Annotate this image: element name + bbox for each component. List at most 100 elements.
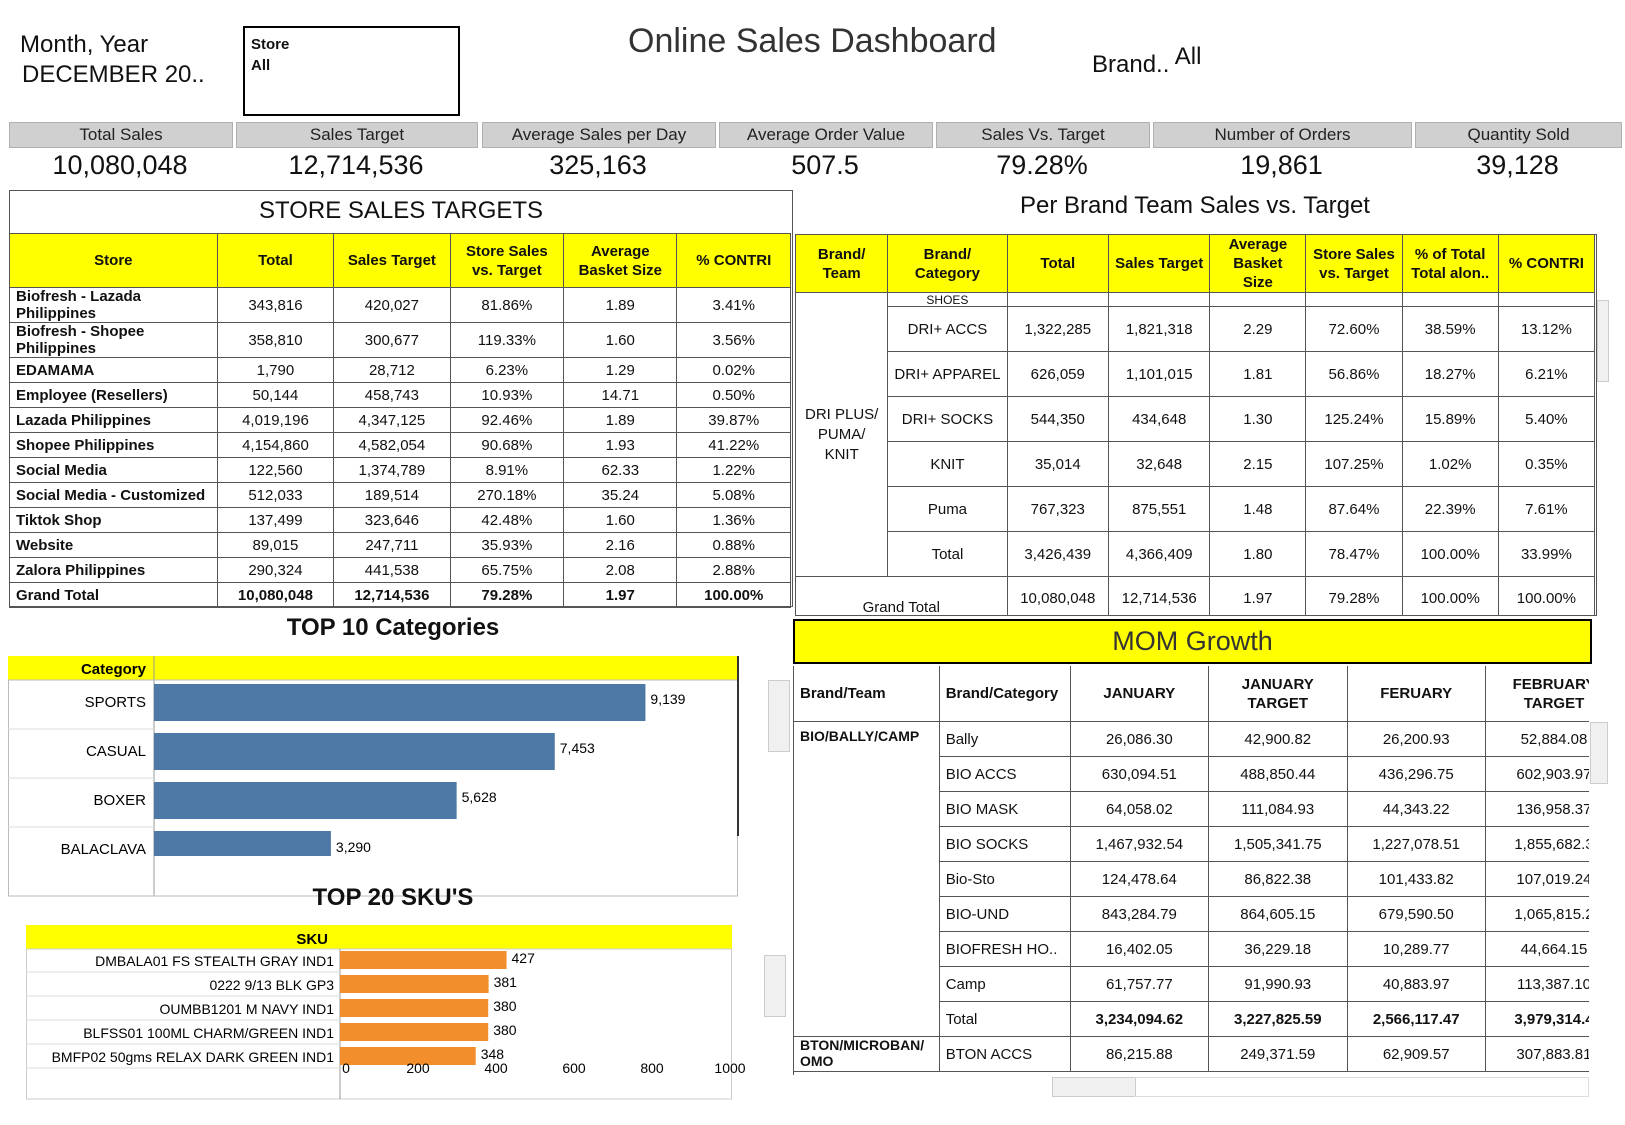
- category-bar[interactable]: [154, 831, 331, 856]
- table-cell: 81.86%: [449, 287, 565, 323]
- mom-table-header: FEBRUARY TARGET: [1484, 666, 1589, 722]
- table-row: EDAMAMA 1,790 28,712 6.23% 1.29 0.02%: [9, 357, 791, 383]
- kpi-label: Sales Vs. Target: [936, 122, 1150, 148]
- store-table-header: % CONTRI: [676, 233, 791, 288]
- table-cell: 1.93: [563, 432, 678, 458]
- table-cell: BIOFRESH HO..: [938, 931, 1071, 967]
- table-row: BIO/BALLY/CAMP Bally 26,086.30 42,900.82 26,…: [794, 721, 1589, 1037]
- table-cell: 12,714,536: [1107, 576, 1211, 615]
- table-cell: Biofresh - Shopee Philippines: [9, 322, 218, 358]
- table-row: Zalora Philippines 290,324 441,538 65.75% 2.…: [9, 557, 791, 583]
- table-cell: 2.15: [1209, 441, 1307, 487]
- table-cell: 1.97: [1209, 576, 1307, 615]
- table-cell: Biofresh - Lazada Philippines: [9, 287, 218, 323]
- table-cell: 137,499: [216, 507, 335, 533]
- month-year-filter[interactable]: Month, Year DECEMBER 20..: [20, 30, 205, 90]
- table-cell: 136,958.37: [1484, 791, 1589, 827]
- table-cell: Tiktok Shop: [9, 507, 218, 533]
- category-label: BALACLAVA: [61, 841, 146, 858]
- table-cell: BTON ACCS: [938, 1036, 1071, 1072]
- month-year-label: Month, Year: [20, 31, 149, 58]
- table-cell: Website: [9, 532, 218, 558]
- sku-bar[interactable]: [340, 951, 507, 969]
- table-cell: 3.56%: [676, 322, 791, 358]
- mom-scrollbar-vertical[interactable]: [1590, 722, 1608, 784]
- table-cell: 3,979,314.4: [1484, 1001, 1589, 1037]
- table-cell: Social Media - Customized: [9, 482, 218, 508]
- brand-table-scrollbar[interactable]: [1597, 300, 1609, 382]
- table-cell: 1.22%: [676, 457, 791, 483]
- sku-scrollbar[interactable]: [764, 955, 786, 1017]
- table-cell: 6.23%: [449, 357, 565, 383]
- categories-scrollbar[interactable]: [768, 680, 790, 752]
- store-sales-panel: STORE SALES TARGETS Store Total Sales Targ…: [9, 190, 793, 608]
- sku-label: BLFSS01 100ML CHARM/GREEN IND1: [83, 1025, 334, 1041]
- brand-team-cell: DRI PLUS/ PUMA/ KNIT: [796, 292, 889, 577]
- table-cell: 1,322,285: [1006, 306, 1109, 352]
- mom-growth-panel: Brand/Team Brand/Category JANUARY JANUARY T…: [793, 666, 1589, 1075]
- table-cell: 358,810: [216, 322, 335, 358]
- table-cell: 1.29: [563, 357, 678, 383]
- x-tick-label: 800: [640, 1060, 664, 1076]
- table-cell: KNIT: [887, 441, 1008, 487]
- table-cell: 42,900.82: [1208, 721, 1348, 757]
- sku-bar[interactable]: [340, 1023, 489, 1041]
- brand-filter[interactable]: Brand.. All: [1092, 43, 1201, 80]
- table-cell: 87.64%: [1305, 486, 1403, 532]
- table-cell: 100.00%: [676, 582, 791, 608]
- table-cell: 10,080,048: [216, 582, 335, 608]
- store-filter[interactable]: Store All: [243, 26, 460, 116]
- table-cell: 1.89: [563, 287, 678, 323]
- table-cell: SHOES: [887, 292, 1008, 307]
- table-cell: 100.00%: [1401, 531, 1499, 577]
- table-cell: 36,229.18: [1208, 931, 1348, 967]
- table-cell: 290,324: [216, 557, 335, 583]
- table-cell: 3,234,094.62: [1069, 1001, 1210, 1037]
- table-cell: Total: [887, 531, 1008, 577]
- table-cell: [1305, 292, 1403, 307]
- store-filter-label: Store: [251, 36, 290, 53]
- table-cell: 436,296.75: [1346, 756, 1486, 792]
- table-cell: 79.28%: [1305, 576, 1403, 615]
- table-cell: 124,478.64: [1069, 861, 1210, 897]
- table-cell: 420,027: [333, 287, 451, 323]
- brand-table-header: Total: [1006, 235, 1109, 293]
- table-cell: EDAMAMA: [9, 357, 218, 383]
- sku-label: OUMBB1201 M NAVY IND1: [159, 1001, 334, 1017]
- table-cell: 5.08%: [676, 482, 791, 508]
- store-sales-table: Store Total Sales Target Store Sales vs. Ta…: [9, 233, 791, 608]
- table-cell: 307,883.81: [1484, 1036, 1589, 1072]
- table-cell: Zalora Philippines: [9, 557, 218, 583]
- mom-table-header: FERUARY: [1346, 666, 1486, 722]
- category-bar[interactable]: [154, 782, 457, 819]
- category-bar[interactable]: [154, 733, 555, 770]
- table-cell: 52,884.08: [1484, 721, 1589, 757]
- table-cell: 119.33%: [449, 322, 565, 358]
- table-row: Employee (Resellers) 50,144 458,743 10.93% 1…: [9, 382, 791, 408]
- table-cell: 72.60%: [1305, 306, 1403, 352]
- table-row: KNIT 35,014 32,648 2.15 107.25% 1.02% 0.35%: [796, 441, 1596, 487]
- table-cell: 8.91%: [449, 457, 565, 483]
- sku-bar[interactable]: [340, 999, 489, 1017]
- kpi-label: Total Sales: [9, 122, 233, 148]
- table-row: Shopee Philippines 4,154,860 4,582,054 90.6…: [9, 432, 791, 458]
- brand-team-panel: Brand/ Team Brand/ Category Total Sales Tar…: [795, 234, 1597, 616]
- brand-table-header: Store Sales vs. Target: [1305, 235, 1403, 293]
- table-row: Biofresh - Shopee Philippines 358,810 300,…: [9, 322, 791, 358]
- table-cell: Social Media: [9, 457, 218, 483]
- table-cell: 101,433.82: [1346, 861, 1486, 897]
- category-bar[interactable]: [154, 684, 646, 721]
- sku-bar[interactable]: [340, 975, 489, 993]
- table-row: Lazada Philippines 4,019,196 4,347,125 92.4…: [9, 407, 791, 433]
- table-cell: 3,426,439: [1006, 531, 1109, 577]
- brand-filter-value: All: [1174, 43, 1202, 70]
- brand-table-title: Per Brand Team Sales vs. Target: [1020, 192, 1370, 219]
- table-cell: 4,366,409: [1107, 531, 1211, 577]
- mom-scrollbar-horizontal[interactable]: [1052, 1077, 1136, 1097]
- table-row: DRI+ APPAREL 626,059 1,101,015 1.81 56.86% 18…: [796, 351, 1596, 397]
- table-cell: 35,014: [1006, 441, 1109, 487]
- table-cell: 4,154,860: [216, 432, 335, 458]
- table-cell: 44,343.22: [1346, 791, 1486, 827]
- table-cell: [1107, 292, 1211, 307]
- grand-total-row: Grand Total 10,080,048 12,714,536 79.28% 1.9…: [9, 582, 791, 608]
